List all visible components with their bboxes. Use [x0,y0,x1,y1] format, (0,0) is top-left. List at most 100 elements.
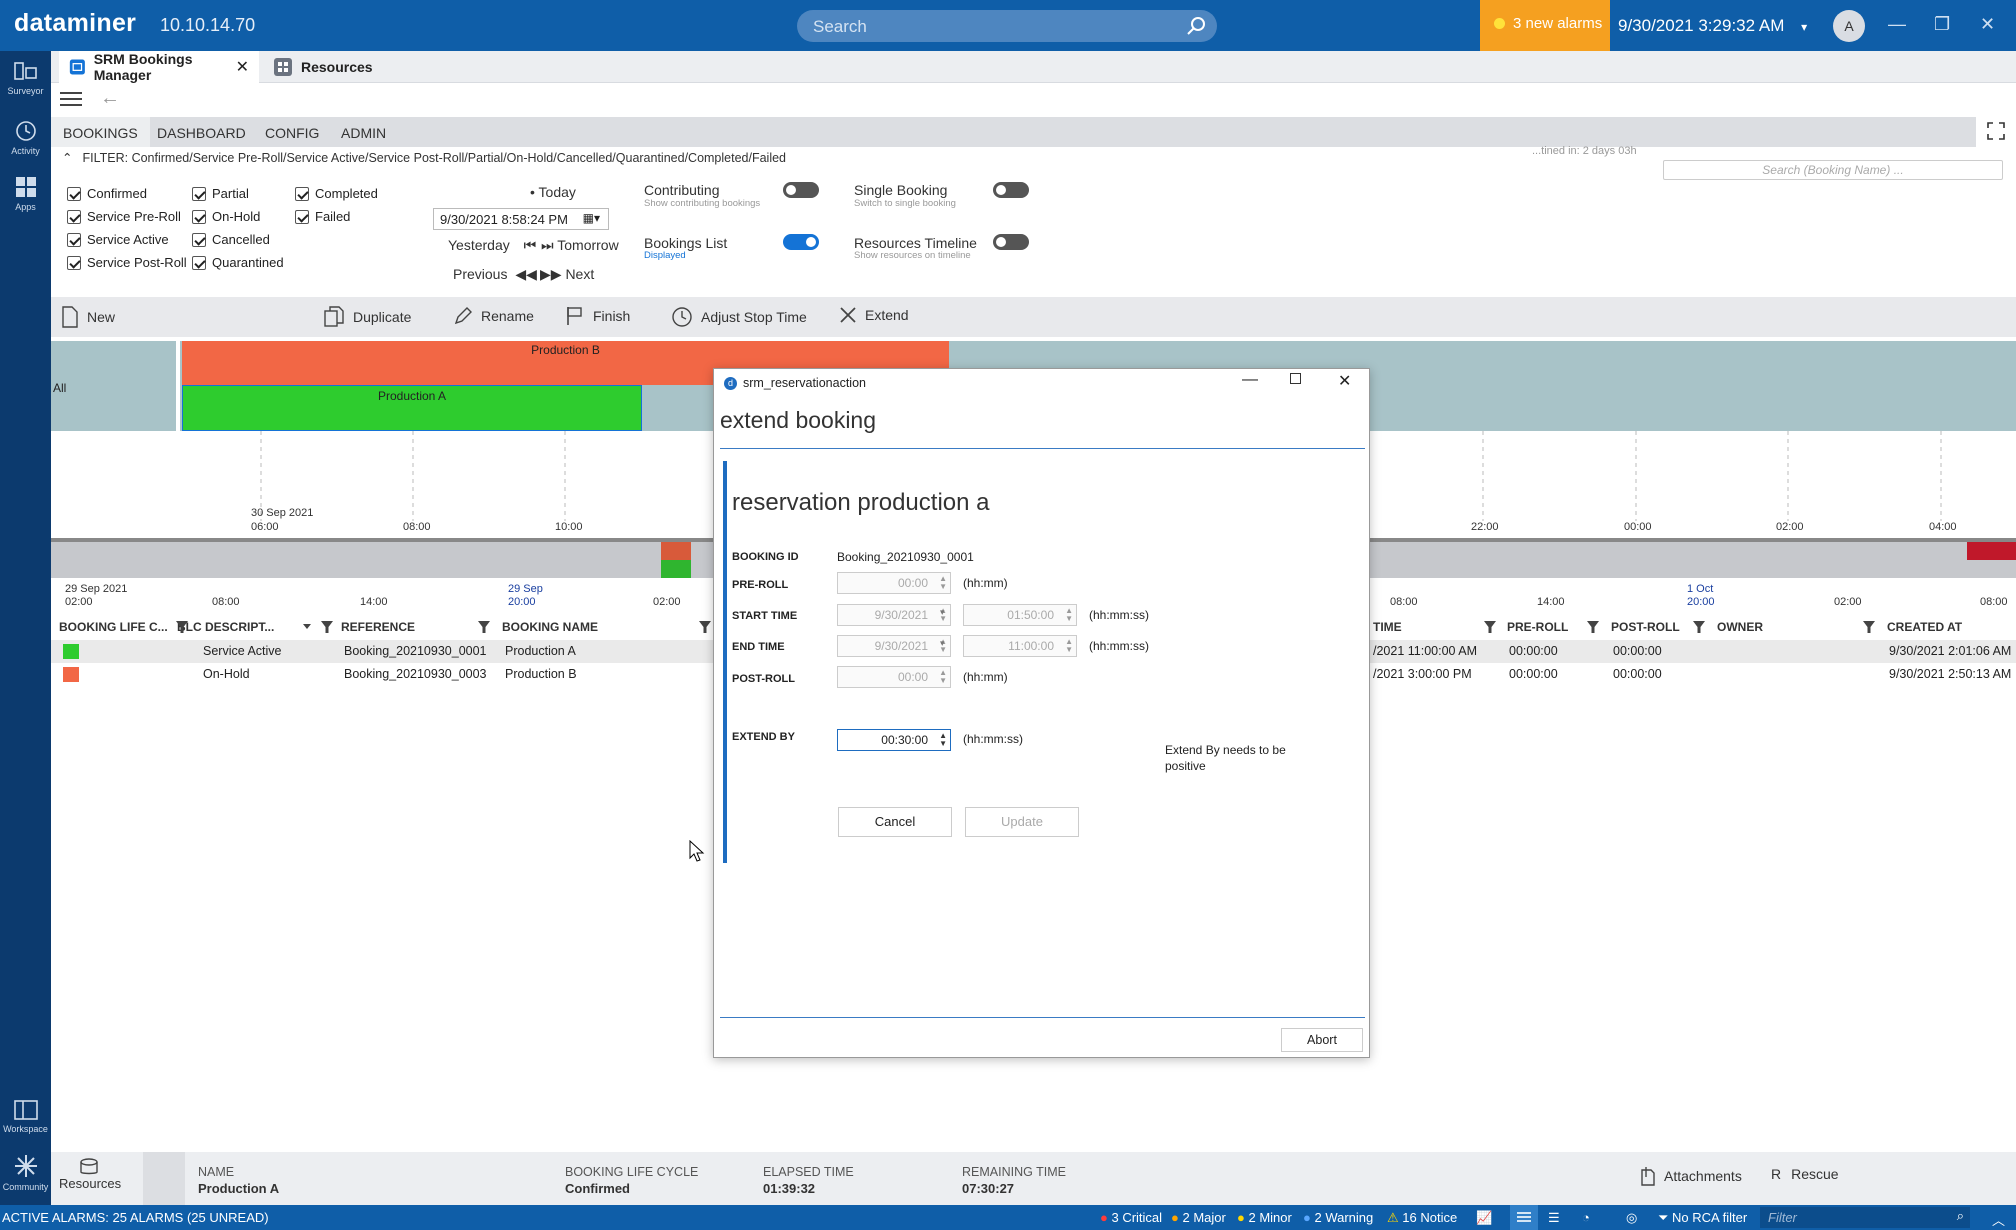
overview-date-label: 1 Oct [1687,583,1714,595]
post-roll-input[interactable]: 00:00 ▲ ▼ [837,666,951,688]
end-time-input[interactable]: 11:00:00 ▲ ▼ [963,635,1077,657]
avatar[interactable]: A [1833,10,1865,42]
next-link[interactable]: ▶▶ Next [540,266,594,283]
previous-link[interactable]: Previous ◀◀ [453,266,537,283]
end-date-input[interactable]: 9/30/2021 ▲ ▼ [837,635,951,657]
trend-icon[interactable]: 📈 [1476,1210,1492,1226]
checkbox-failed[interactable]: Failed [295,209,350,224]
search-icon[interactable] [1186,15,1208,37]
back-arrow-icon[interactable]: ← [100,87,120,110]
tab-bookings[interactable]: BOOKINGS [51,117,150,147]
checkbox-checked-icon [67,186,81,201]
notice-count[interactable]: ⚠ 16 Notice [1387,1210,1457,1226]
focus-icon[interactable]: ◎ [1626,1210,1637,1226]
tab-dashboard[interactable]: DASHBOARD [157,125,246,141]
critical-count[interactable]: ● 3 Critical [1100,1210,1162,1225]
booking-search-input[interactable]: Search (Booking Name) ... [1663,160,2003,180]
spinner-icon[interactable]: ▲ ▼ [939,732,947,748]
major-count[interactable]: ● 2 Major [1171,1210,1226,1225]
sidebar-item-activity[interactable]: Activity [0,119,51,156]
spinner-icon[interactable]: ▲ ▼ [1065,638,1073,654]
contributing-toggle[interactable] [783,182,819,198]
calendar-icon[interactable]: ▦▾ [583,211,600,225]
minor-count[interactable]: ● 2 Minor [1237,1210,1292,1225]
warning-count[interactable]: ● 2 Warning [1303,1210,1373,1225]
overview-alarm-marker [1967,542,2016,560]
hamburger-menu-icon[interactable] [60,91,82,107]
rca-filter[interactable]: ⏷ No RCA filter [1658,1210,1747,1226]
start-time-input[interactable]: 01:50:00 ▲ ▼ [963,604,1077,626]
sidebar-item-workspace[interactable]: Workspace [0,1099,51,1134]
collapse-filter-icon[interactable]: ⌃ [62,151,72,165]
checkbox-completed[interactable]: Completed [295,186,378,201]
unit-label: (hh:mm:ss) [1089,608,1149,622]
pie-chart-icon[interactable]: ◔ [1582,1210,1590,1225]
adjust-stop-time-button[interactable]: Adjust Stop Time [671,306,807,328]
checkbox-service-post-roll[interactable]: Service Post-Roll [67,255,187,270]
yesterday-link[interactable]: Yesterday ⏮ [448,237,536,254]
finish-button[interactable]: Finish [565,306,630,326]
checkbox-quarantined[interactable]: Quarantined [192,255,284,270]
search-icon[interactable]: ⌕ [1957,1208,1964,1224]
checkbox-service-pre-roll[interactable]: Service Pre-Roll [67,209,181,224]
checkbox-cancelled[interactable]: Cancelled [192,232,270,247]
start-date-input[interactable]: 9/30/2021 ▲ ▼ [837,604,951,626]
tab-config[interactable]: CONFIG [265,125,319,141]
checkbox-service-active[interactable]: Service Active [67,232,169,247]
restore-icon[interactable]: ❐ [1934,14,1950,35]
chevron-up-icon[interactable]: ︿ [1992,1210,2005,1229]
tab-resources[interactable]: Resources [263,51,383,83]
dialog-minimize-icon[interactable]: — [1242,371,1258,389]
update-button[interactable]: Update [965,807,1079,837]
spinner-icon[interactable]: ▲ ▼ [1065,607,1073,623]
sidebar-item-community[interactable]: Community [0,1153,51,1192]
booking-bar-production-a[interactable]: Production A [182,385,642,431]
today-link[interactable]: • Today [530,184,576,200]
spinner-icon[interactable]: ▲ ▼ [939,669,947,685]
cell-time: /2021 11:00:00 AM [1373,644,1478,658]
new-button[interactable]: New [61,306,115,328]
dropdown-caret-icon[interactable]: ▾ [940,638,945,649]
active-alarms-summary[interactable]: ACTIVE ALARMS: 25 ALARMS (25 UNREAD) [2,1210,269,1225]
close-tab-icon[interactable]: ✕ [236,57,249,77]
dialog-maximize-icon[interactable] [1290,373,1301,384]
cell-time: /2021 3:00:00 PM [1373,667,1472,681]
fullscreen-icon[interactable] [1987,122,2005,140]
rename-button[interactable]: Rename [453,306,534,326]
sort-icon[interactable]: ☰ [1548,1210,1560,1226]
checkbox-on-hold[interactable]: On-Hold [192,209,260,224]
sidebar-item-apps[interactable]: Apps [0,175,51,212]
minimize-icon[interactable]: — [1888,14,1906,35]
date-picker[interactable]: 9/30/2021 8:58:24 PM ▦▾ [433,208,609,230]
close-window-icon[interactable]: ✕ [1980,14,1995,35]
tomorrow-link[interactable]: ⏭ Tomorrow [541,237,619,254]
search-input[interactable]: Search [797,10,1217,42]
new-alarms-badge[interactable]: 3 new alarms [1480,0,1610,51]
pre-roll-input[interactable]: 00:00 ▲ ▼ [837,572,951,594]
dialog-close-icon[interactable]: ✕ [1338,371,1351,391]
checkbox-partial[interactable]: Partial [192,186,249,201]
overview-tick-label: 08:00 [212,596,240,608]
status-filter-input[interactable]: Filter ⌕ [1760,1207,1970,1228]
tab-admin[interactable]: ADMIN [341,125,386,141]
cancel-button[interactable]: Cancel [838,807,952,837]
bookings-list-toggle[interactable] [783,234,819,250]
spinner-icon[interactable]: ▲ ▼ [939,575,947,591]
attachments-button[interactable]: Attachments [1640,1166,1742,1186]
extend-button[interactable]: Extend [839,306,909,324]
extend-by-input[interactable]: 00:30:00 ▲ ▼ [837,729,951,751]
single-booking-toggle[interactable] [993,182,1029,198]
resources-button[interactable]: Resources [59,1158,121,1191]
resources-timeline-toggle[interactable] [993,234,1029,250]
top-bar: dataminer 10.10.14.70 Search 3 new alarm… [0,0,2016,51]
checkbox-confirmed[interactable]: Confirmed [67,186,147,201]
rescue-button[interactable]: R Rescue [1771,1166,1839,1182]
caret-down-icon[interactable]: ▾ [1801,20,1807,34]
tab-srm-bookings-manager[interactable]: SRM Bookings Manager ✕ [59,51,259,83]
next-label: Next [565,266,595,282]
dropdown-caret-icon[interactable]: ▾ [940,607,945,618]
list-view-icon[interactable] [1510,1205,1538,1230]
sidebar-item-surveyor[interactable]: Surveyor [0,61,51,96]
duplicate-button[interactable]: Duplicate [323,306,411,328]
abort-button[interactable]: Abort [1281,1028,1363,1052]
